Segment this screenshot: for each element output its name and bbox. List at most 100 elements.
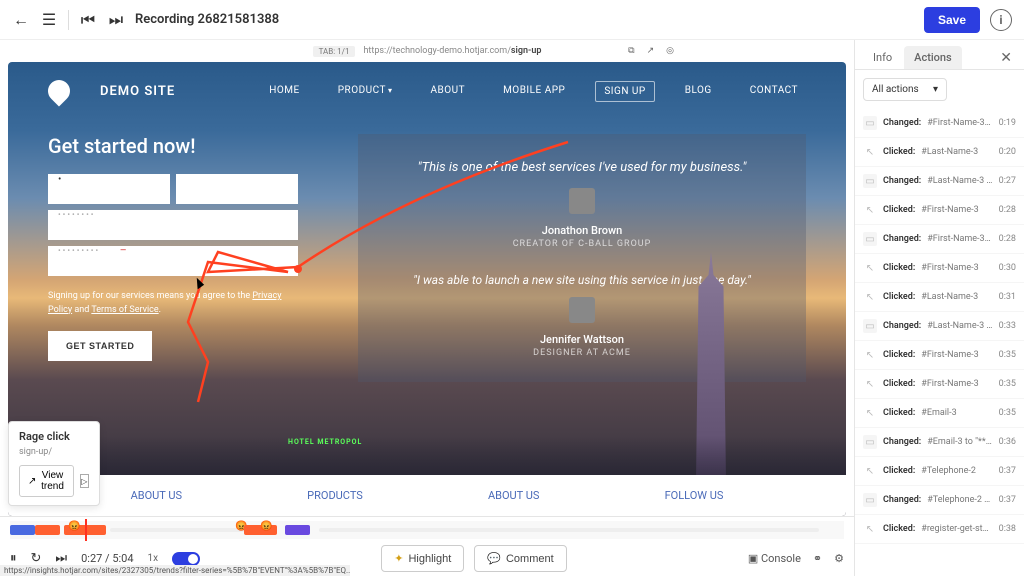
highlight-button[interactable]: ✦Highlight (381, 545, 464, 572)
event-row[interactable]: ▭Changed:#Last-Name-3 to ""0:27 (855, 167, 1024, 196)
separator (68, 10, 69, 30)
rage-title: Rage click (19, 430, 89, 443)
pause-icon[interactable]: ⏸ (10, 551, 17, 566)
site-preview: DEMO SITE HOME PRODUCT▾ ABOUT MOBILE APP… (8, 62, 846, 516)
tab-info[interactable]: Info (863, 46, 902, 69)
event-row[interactable]: ↖Clicked:#Telephone-20:37 (855, 457, 1024, 486)
next-recording-icon[interactable]: ⏭ (107, 11, 125, 29)
footer-about[interactable]: ABOUT US (131, 489, 182, 502)
link-icon[interactable]: ⚭ (813, 552, 822, 565)
event-target: #First-Name-3 (921, 379, 992, 389)
settings-icon[interactable]: ⚙ (834, 552, 844, 565)
skip-toggle[interactable] (172, 552, 200, 566)
info-icon[interactable]: i (990, 9, 1012, 31)
event-target: #register-get-started (921, 524, 992, 534)
email-input[interactable]: • • • • • • • • (48, 210, 298, 240)
event-row[interactable]: ↖Clicked:#First-Name-30:35 (855, 341, 1024, 370)
skip-icon[interactable]: ⏭ (55, 551, 67, 566)
time-display: 0:27 / 5:04 (81, 552, 133, 565)
click-icon: ↖ (863, 522, 877, 536)
recording-viewer: TAB: 1/1 https://technology-demo.hotjar.… (0, 40, 854, 576)
event-type: Clicked: (883, 350, 915, 360)
get-started-button[interactable]: GET STARTED (48, 331, 152, 361)
event-target: #Telephone-2 (921, 466, 992, 476)
first-name-input[interactable]: • (48, 174, 170, 204)
click-icon: ↖ (863, 406, 877, 420)
event-row[interactable]: ▭Changed:#First-Name-3 to ""0:19 (855, 109, 1024, 138)
view-trend-button[interactable]: ↗View trend (19, 465, 74, 497)
event-row[interactable]: ↖Clicked:#register-get-started0:38 (855, 515, 1024, 544)
event-target: #Last-Name-3 (921, 147, 992, 157)
nav-product[interactable]: PRODUCT▾ (330, 81, 401, 102)
footer-follow[interactable]: FOLLOW US (665, 489, 724, 502)
nav-home[interactable]: HOME (261, 81, 307, 102)
event-row[interactable]: ↖Clicked:#First-Name-30:28 (855, 196, 1024, 225)
actions-filter[interactable]: All actions▾ (863, 78, 947, 101)
event-row[interactable]: ↖Clicked:#First-Name-30:35 (855, 370, 1024, 399)
url-text: https://technology-demo.hotjar.com/sign-… (363, 46, 541, 56)
event-type: Changed: (883, 321, 921, 331)
nav-signup[interactable]: SIGN UP (595, 81, 654, 102)
event-type: Clicked: (883, 408, 915, 418)
actions-sidebar: Info Actions ✕ All actions▾ ▭Changed:#Fi… (854, 40, 1024, 576)
nav-contact[interactable]: CONTACT (742, 81, 806, 102)
save-button[interactable]: Save (924, 7, 980, 33)
input-icon: ▭ (863, 232, 877, 246)
event-time: 0:33 (999, 321, 1016, 331)
form-legal: Signing up for our services means you ag… (48, 290, 298, 317)
comment-button[interactable]: 💬Comment (474, 545, 566, 572)
replay-icon[interactable]: ↻ (31, 551, 42, 566)
tab-actions[interactable]: Actions (904, 46, 962, 69)
footer-products[interactable]: PRODUCTS (307, 489, 363, 502)
event-time: 0:36 (999, 437, 1016, 447)
event-target: #Email-3 (921, 408, 992, 418)
site-name: DEMO SITE (100, 84, 175, 99)
speed-display[interactable]: 1x (148, 553, 159, 564)
event-time: 0:37 (999, 466, 1016, 476)
event-type: Changed: (883, 234, 921, 244)
event-type: Clicked: (883, 292, 915, 302)
event-row[interactable]: ↖Clicked:#Email-30:35 (855, 399, 1024, 428)
logo-icon (43, 75, 74, 106)
events-list[interactable]: ▭Changed:#First-Name-3 to ""0:19↖Clicked… (855, 109, 1024, 576)
nav-blog[interactable]: BLOG (677, 81, 720, 102)
play-outline-icon[interactable]: ▷ (80, 474, 89, 488)
close-icon[interactable]: ✕ (996, 50, 1016, 66)
avatar-2 (569, 297, 595, 323)
event-row[interactable]: ↖Clicked:#First-Name-30:30 (855, 254, 1024, 283)
event-target: #Telephone-2 to "" (927, 495, 992, 505)
input-icon: ▭ (863, 116, 877, 130)
copy-icon[interactable]: ⧉ (628, 46, 634, 56)
event-type: Changed: (883, 437, 921, 447)
event-row[interactable]: ↖Clicked:#Last-Name-30:20 (855, 138, 1024, 167)
event-row[interactable]: ▭Changed:#First-Name-3 to ""..0:28 (855, 225, 1024, 254)
recording-title: Recording 26821581388 (135, 12, 279, 27)
event-row[interactable]: ▭Changed:#Last-Name-3 to "**"0:33 (855, 312, 1024, 341)
event-row[interactable]: ▭Changed:#Email-3 to "****"0:36 (855, 428, 1024, 457)
chevron-down-icon: ▾ (933, 84, 938, 95)
quote-1: "This is one of the best services I've u… (378, 158, 786, 178)
event-time: 0:30 (999, 263, 1016, 273)
tos-link[interactable]: Terms of Service (91, 305, 158, 315)
target-icon[interactable]: ◎ (666, 46, 674, 56)
nav-about[interactable]: ABOUT (422, 81, 473, 102)
footer-about2[interactable]: ABOUT US (488, 489, 539, 502)
phone-input[interactable]: • • • • • • • • • — (48, 246, 298, 276)
click-icon: ↖ (863, 348, 877, 362)
nav-mobile[interactable]: MOBILE APP (495, 81, 573, 102)
status-bar: https://insights.hotjar.com/sites/232730… (0, 565, 350, 576)
open-icon[interactable]: ↗ (647, 46, 655, 56)
back-icon[interactable]: ← (12, 11, 30, 29)
event-time: 0:37 (999, 495, 1016, 505)
timeline[interactable]: 😡 😡 😡 (10, 521, 844, 539)
event-row[interactable]: ▭Changed:#Telephone-2 to ""0:37 (855, 486, 1024, 515)
last-name-input[interactable] (176, 174, 298, 204)
event-target: #First-Name-3 to "" (927, 118, 992, 128)
click-icon: ↖ (863, 261, 877, 275)
prev-recording-icon[interactable]: ⏮ (79, 11, 97, 29)
list-icon[interactable]: ☰ (40, 11, 58, 29)
console-button[interactable]: ▣ Console (748, 552, 801, 565)
event-row[interactable]: ↖Clicked:#Last-Name-30:31 (855, 283, 1024, 312)
site-nav: HOME PRODUCT▾ ABOUT MOBILE APP SIGN UP B… (261, 81, 806, 102)
event-time: 0:28 (999, 205, 1016, 215)
